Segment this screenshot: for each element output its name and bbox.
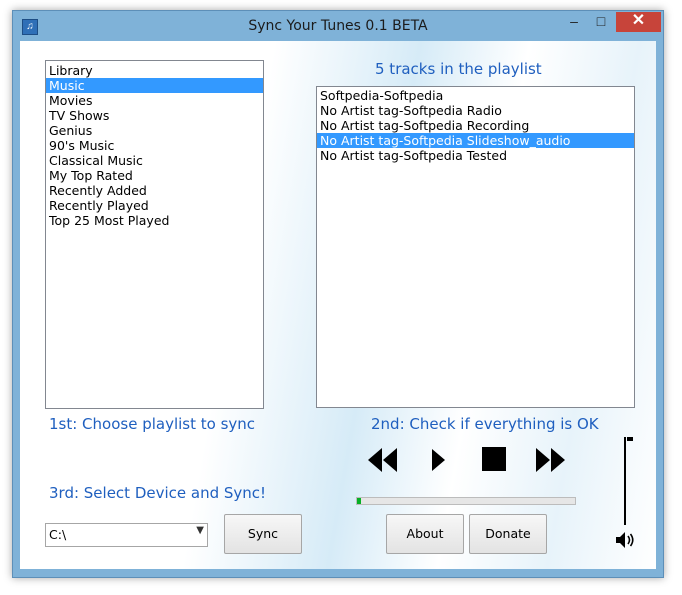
minimize-button[interactable]: – (561, 12, 587, 32)
step3-label: 3rd: Select Device and Sync! (49, 484, 267, 502)
playlist-item[interactable]: 90's Music (46, 138, 263, 153)
playlist-item[interactable]: Recently Added (46, 183, 263, 198)
playlist-list[interactable]: Library Music Movies TV Shows Genius 90's Mus… (45, 60, 264, 409)
track-item[interactable]: No Artist tag-Softpedia Radio (317, 103, 634, 118)
step2-label: 2nd: Check if everything is OK (371, 415, 599, 433)
step1-label: 1st: Choose playlist to sync (49, 415, 256, 433)
about-button[interactable]: About (386, 514, 464, 554)
close-button[interactable]: ✕ (616, 12, 661, 32)
app-window: ♫ Sync Your Tunes 0.1 BETA – □ ✕ Library… (12, 10, 664, 578)
playlist-item[interactable]: Genius (46, 123, 263, 138)
donate-button[interactable]: Donate (469, 514, 547, 554)
maximize-button[interactable]: □ (588, 12, 614, 32)
playlist-item[interactable]: TV Shows (46, 108, 263, 123)
track-count-label: 5 tracks in the playlist (375, 60, 542, 78)
device-select[interactable]: C:\ ▼ (45, 523, 208, 547)
playlist-item[interactable]: Library (46, 63, 263, 78)
playlist-item[interactable]: Movies (46, 93, 263, 108)
play-icon[interactable] (430, 448, 446, 472)
client-area: Library Music Movies TV Shows Genius 90's Mus… (20, 41, 656, 569)
device-select-value: C:\ (49, 527, 67, 542)
playlist-item[interactable]: Classical Music (46, 153, 263, 168)
playlist-item[interactable]: Music (46, 78, 263, 93)
volume-slider-thumb[interactable] (627, 437, 633, 441)
chevron-down-icon: ▼ (196, 525, 204, 536)
progress-fill (357, 498, 362, 504)
rewind-icon[interactable] (368, 448, 398, 472)
playlist-item[interactable]: Top 25 Most Played (46, 213, 263, 228)
speaker-icon (616, 532, 634, 548)
sync-button[interactable]: Sync (224, 514, 302, 554)
track-list[interactable]: Softpedia-Softpedia No Artist tag-Softped… (316, 86, 635, 408)
track-item[interactable]: No Artist tag-Softpedia Slideshow_audio (317, 133, 634, 148)
volume-slider-track[interactable] (624, 437, 626, 525)
fast-forward-icon[interactable] (535, 448, 565, 472)
stop-icon[interactable] (482, 447, 506, 471)
title-bar[interactable]: ♫ Sync Your Tunes 0.1 BETA – □ ✕ (13, 11, 663, 41)
playlist-item[interactable]: Recently Played (46, 198, 263, 213)
track-item[interactable]: No Artist tag-Softpedia Recording (317, 118, 634, 133)
track-item[interactable]: No Artist tag-Softpedia Tested (317, 148, 634, 163)
playlist-item[interactable]: My Top Rated (46, 168, 263, 183)
track-item[interactable]: Softpedia-Softpedia (317, 88, 634, 103)
playback-progress-bar[interactable] (356, 497, 576, 505)
